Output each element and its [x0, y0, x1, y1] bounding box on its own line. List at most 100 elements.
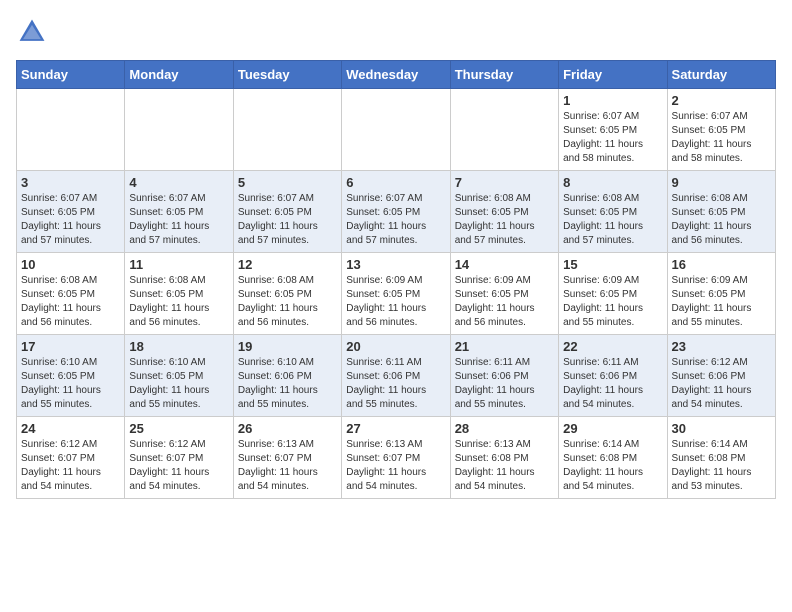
calendar-cell: 11 Sunrise: 6:08 AM Sunset: 6:05 PM Dayli… — [125, 253, 233, 335]
calendar-cell: 18 Sunrise: 6:10 AM Sunset: 6:05 PM Dayli… — [125, 335, 233, 417]
day-number: 16 — [672, 257, 771, 272]
calendar-cell: 5 Sunrise: 6:07 AM Sunset: 6:05 PM Daylig… — [233, 171, 341, 253]
calendar-cell: 2 Sunrise: 6:07 AM Sunset: 6:05 PM Daylig… — [667, 89, 775, 171]
day-number: 14 — [455, 257, 554, 272]
calendar-week-row: 10 Sunrise: 6:08 AM Sunset: 6:05 PM Dayli… — [17, 253, 776, 335]
calendar-cell: 6 Sunrise: 6:07 AM Sunset: 6:05 PM Daylig… — [342, 171, 450, 253]
calendar-cell: 10 Sunrise: 6:08 AM Sunset: 6:05 PM Dayli… — [17, 253, 125, 335]
day-info: Sunrise: 6:12 AM Sunset: 6:07 PM Dayligh… — [129, 438, 228, 494]
calendar-cell: 30Sunrise: 6:14 AM Sunset: 6:08 PM Dayli… — [667, 417, 775, 499]
day-info: Sunrise: 6:07 AM Sunset: 6:05 PM Dayligh… — [129, 192, 228, 248]
day-number: 11 — [129, 257, 228, 272]
calendar-cell — [342, 89, 450, 171]
calendar-cell: 17 Sunrise: 6:10 AM Sunset: 6:05 PM Dayli… — [17, 335, 125, 417]
day-info: Sunrise: 6:11 AM Sunset: 6:06 PM Dayligh… — [455, 356, 554, 412]
day-info: Sunrise: 6:08 AM Sunset: 6:05 PM Dayligh… — [129, 274, 228, 330]
day-number: 5 — [238, 175, 337, 190]
day-info: Sunrise: 6:08 AM Sunset: 6:05 PM Dayligh… — [21, 274, 120, 330]
calendar-cell: 23Sunrise: 6:12 AM Sunset: 6:06 PM Dayli… — [667, 335, 775, 417]
day-number: 20 — [346, 339, 445, 354]
calendar-cell: 14Sunrise: 6:09 AM Sunset: 6:05 PM Dayli… — [450, 253, 558, 335]
calendar-cell: 29 Sunrise: 6:14 AM Sunset: 6:08 PM Dayli… — [559, 417, 667, 499]
day-number: 19 — [238, 339, 337, 354]
day-info: Sunrise: 6:07 AM Sunset: 6:05 PM Dayligh… — [563, 110, 662, 166]
day-number: 4 — [129, 175, 228, 190]
day-number: 25 — [129, 421, 228, 436]
calendar-cell: 8 Sunrise: 6:08 AM Sunset: 6:05 PM Daylig… — [559, 171, 667, 253]
day-number: 24 — [21, 421, 120, 436]
day-number: 7 — [455, 175, 554, 190]
calendar-week-row: 3 Sunrise: 6:07 AM Sunset: 6:05 PM Daylig… — [17, 171, 776, 253]
day-info: Sunrise: 6:12 AM Sunset: 6:06 PM Dayligh… — [672, 356, 771, 412]
day-number: 22 — [563, 339, 662, 354]
calendar-cell: 4 Sunrise: 6:07 AM Sunset: 6:05 PM Daylig… — [125, 171, 233, 253]
day-number: 6 — [346, 175, 445, 190]
weekday-header-monday: Monday — [125, 61, 233, 89]
day-info: Sunrise: 6:14 AM Sunset: 6:08 PM Dayligh… — [563, 438, 662, 494]
calendar-cell: 13 Sunrise: 6:09 AM Sunset: 6:05 PM Dayli… — [342, 253, 450, 335]
weekday-header-row: SundayMondayTuesdayWednesdayThursdayFrid… — [17, 61, 776, 89]
calendar-cell: 25 Sunrise: 6:12 AM Sunset: 6:07 PM Dayli… — [125, 417, 233, 499]
day-number: 10 — [21, 257, 120, 272]
calendar-cell: 7 Sunrise: 6:08 AM Sunset: 6:05 PM Daylig… — [450, 171, 558, 253]
day-info: Sunrise: 6:12 AM Sunset: 6:07 PM Dayligh… — [21, 438, 120, 494]
day-info: Sunrise: 6:09 AM Sunset: 6:05 PM Dayligh… — [346, 274, 445, 330]
calendar-cell: 27 Sunrise: 6:13 AM Sunset: 6:07 PM Dayli… — [342, 417, 450, 499]
day-number: 18 — [129, 339, 228, 354]
calendar-week-row: 24 Sunrise: 6:12 AM Sunset: 6:07 PM Dayli… — [17, 417, 776, 499]
calendar-cell: 21Sunrise: 6:11 AM Sunset: 6:06 PM Dayli… — [450, 335, 558, 417]
calendar-cell: 15Sunrise: 6:09 AM Sunset: 6:05 PM Dayli… — [559, 253, 667, 335]
day-info: Sunrise: 6:13 AM Sunset: 6:07 PM Dayligh… — [346, 438, 445, 494]
day-number: 1 — [563, 93, 662, 108]
calendar-cell: 16 Sunrise: 6:09 AM Sunset: 6:05 PM Dayli… — [667, 253, 775, 335]
calendar-cell: 20 Sunrise: 6:11 AM Sunset: 6:06 PM Dayli… — [342, 335, 450, 417]
day-info: Sunrise: 6:08 AM Sunset: 6:05 PM Dayligh… — [563, 192, 662, 248]
calendar-cell: 22 Sunrise: 6:11 AM Sunset: 6:06 PM Dayli… — [559, 335, 667, 417]
calendar-cell — [233, 89, 341, 171]
day-info: Sunrise: 6:07 AM Sunset: 6:05 PM Dayligh… — [238, 192, 337, 248]
weekday-header-wednesday: Wednesday — [342, 61, 450, 89]
day-info: Sunrise: 6:09 AM Sunset: 6:05 PM Dayligh… — [672, 274, 771, 330]
weekday-header-friday: Friday — [559, 61, 667, 89]
day-number: 26 — [238, 421, 337, 436]
day-info: Sunrise: 6:13 AM Sunset: 6:08 PM Dayligh… — [455, 438, 554, 494]
day-number: 13 — [346, 257, 445, 272]
day-number: 30 — [672, 421, 771, 436]
calendar-cell — [450, 89, 558, 171]
logo — [16, 16, 54, 48]
calendar-table: SundayMondayTuesdayWednesdayThursdayFrid… — [16, 60, 776, 499]
day-number: 29 — [563, 421, 662, 436]
calendar-cell: 9Sunrise: 6:08 AM Sunset: 6:05 PM Daylig… — [667, 171, 775, 253]
logo-icon — [16, 16, 48, 48]
calendar-cell: 12Sunrise: 6:08 AM Sunset: 6:05 PM Dayli… — [233, 253, 341, 335]
day-info: Sunrise: 6:09 AM Sunset: 6:05 PM Dayligh… — [563, 274, 662, 330]
day-info: Sunrise: 6:13 AM Sunset: 6:07 PM Dayligh… — [238, 438, 337, 494]
calendar-week-row: 1 Sunrise: 6:07 AM Sunset: 6:05 PM Daylig… — [17, 89, 776, 171]
day-info: Sunrise: 6:07 AM Sunset: 6:05 PM Dayligh… — [346, 192, 445, 248]
day-info: Sunrise: 6:11 AM Sunset: 6:06 PM Dayligh… — [563, 356, 662, 412]
day-number: 12 — [238, 257, 337, 272]
day-number: 3 — [21, 175, 120, 190]
weekday-header-tuesday: Tuesday — [233, 61, 341, 89]
day-info: Sunrise: 6:08 AM Sunset: 6:05 PM Dayligh… — [672, 192, 771, 248]
day-number: 2 — [672, 93, 771, 108]
calendar-cell — [17, 89, 125, 171]
day-number: 28 — [455, 421, 554, 436]
calendar-cell: 26 Sunrise: 6:13 AM Sunset: 6:07 PM Dayli… — [233, 417, 341, 499]
weekday-header-sunday: Sunday — [17, 61, 125, 89]
calendar-cell: 1 Sunrise: 6:07 AM Sunset: 6:05 PM Daylig… — [559, 89, 667, 171]
calendar-cell: 3 Sunrise: 6:07 AM Sunset: 6:05 PM Daylig… — [17, 171, 125, 253]
day-number: 17 — [21, 339, 120, 354]
calendar-cell — [125, 89, 233, 171]
day-info: Sunrise: 6:11 AM Sunset: 6:06 PM Dayligh… — [346, 356, 445, 412]
weekday-header-saturday: Saturday — [667, 61, 775, 89]
day-info: Sunrise: 6:10 AM Sunset: 6:05 PM Dayligh… — [129, 356, 228, 412]
day-info: Sunrise: 6:07 AM Sunset: 6:05 PM Dayligh… — [672, 110, 771, 166]
day-info: Sunrise: 6:10 AM Sunset: 6:06 PM Dayligh… — [238, 356, 337, 412]
day-info: Sunrise: 6:07 AM Sunset: 6:05 PM Dayligh… — [21, 192, 120, 248]
day-info: Sunrise: 6:10 AM Sunset: 6:05 PM Dayligh… — [21, 356, 120, 412]
day-number: 8 — [563, 175, 662, 190]
day-info: Sunrise: 6:08 AM Sunset: 6:05 PM Dayligh… — [455, 192, 554, 248]
calendar-cell: 24 Sunrise: 6:12 AM Sunset: 6:07 PM Dayli… — [17, 417, 125, 499]
day-number: 27 — [346, 421, 445, 436]
